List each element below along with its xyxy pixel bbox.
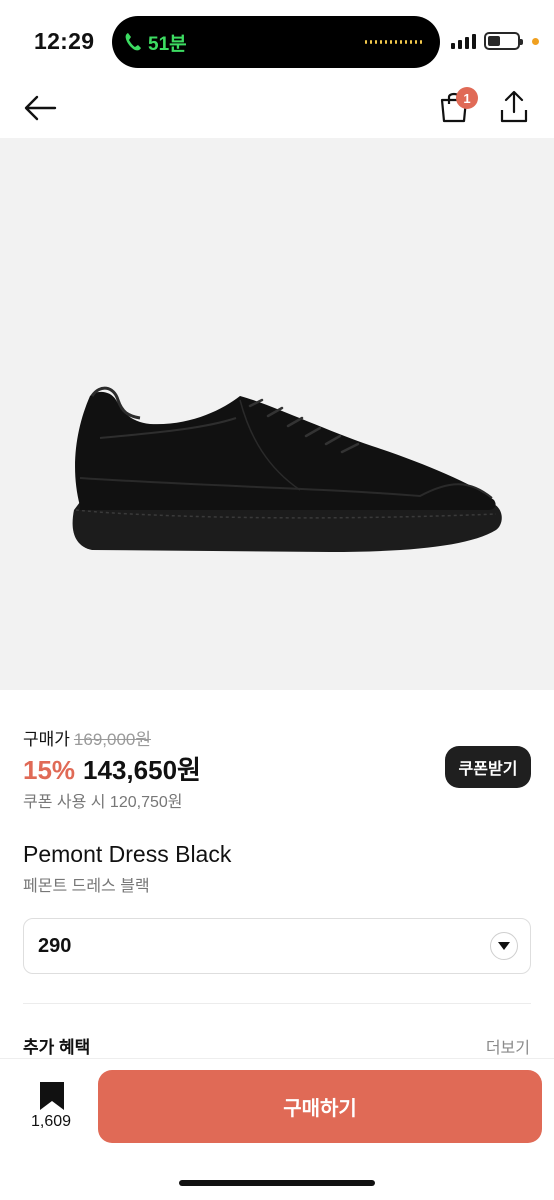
share-button[interactable] [498, 90, 530, 124]
original-price: 169,000원 [73, 730, 152, 749]
price-label: 구매가 [23, 730, 70, 749]
sneaker-image [72, 386, 502, 552]
audio-wave-icon [365, 40, 422, 44]
bookmark-count: 1,609 [30, 1113, 72, 1130]
back-button[interactable] [22, 92, 58, 124]
privacy-indicator-dot [532, 38, 539, 45]
dynamic-island[interactable]: 51분 [112, 16, 440, 68]
cellular-signal-icon [451, 34, 476, 49]
battery-icon [484, 32, 523, 50]
discount-rate: 15% [23, 755, 76, 785]
benefits-more-link[interactable]: 더보기 [486, 1034, 530, 1058]
status-bar: 12:29 51분 [0, 0, 554, 84]
price-row: 15% 143,650원 [23, 750, 201, 787]
get-coupon-button[interactable]: 쿠폰받기 [445, 746, 531, 788]
bookmark-button[interactable] [28, 1081, 76, 1116]
buy-button[interactable]: 구매하기 [98, 1070, 542, 1143]
product-name-ko: 페몬트 드레스 블랙 [23, 878, 150, 895]
top-nav: 1 [0, 84, 554, 138]
phone-icon [125, 33, 141, 51]
product-image[interactable] [0, 138, 554, 690]
coupon-price-text: 쿠폰 사용 시 120,750원 [23, 794, 183, 811]
size-select[interactable]: 290 [23, 918, 531, 974]
divider [23, 1003, 531, 1004]
call-duration: 51분 [148, 33, 187, 55]
arrow-left-icon [24, 95, 57, 121]
benefits-title: 추가 혜택 [23, 1038, 91, 1057]
bookmark-icon [40, 1082, 64, 1110]
size-selected-value: 290 [38, 935, 72, 957]
home-indicator [179, 1180, 375, 1186]
price-label-row: 구매가 169,000원 [23, 725, 151, 750]
cart-count-badge: 1 [456, 87, 478, 109]
call-indicator: 51분 [124, 28, 187, 56]
status-time: 12:29 [34, 28, 95, 54]
product-name-en: Pemont Dress Black [23, 841, 232, 867]
caret-down-icon [490, 932, 518, 960]
sale-price: 143,650원 [83, 755, 201, 785]
share-icon [500, 90, 528, 123]
